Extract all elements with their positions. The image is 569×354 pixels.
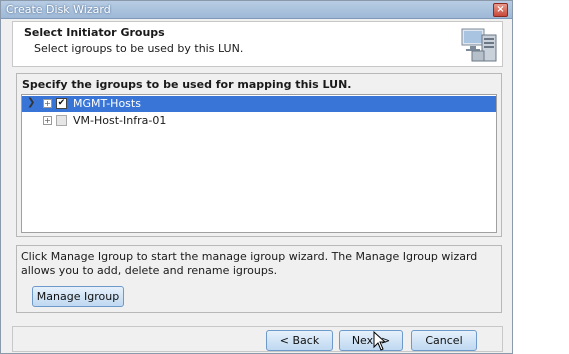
igroup-name: MGMT-Hosts	[73, 97, 141, 110]
manage-igroup-info-text: Click Manage Igroup to start the manage …	[21, 250, 478, 277]
expand-icon[interactable]: +	[43, 116, 52, 125]
wizard-header: Select Initiator Groups Select igroups t…	[12, 21, 503, 67]
igroup-group-label: Specify the igroups to be used for mappi…	[22, 78, 352, 91]
current-row-arrow-icon: ❯	[27, 97, 36, 108]
manage-igroup-button[interactable]: Manage Igroup	[32, 286, 124, 307]
igroup-row-vm-host-infra-01[interactable]: + VM-Host-Infra-01	[22, 113, 496, 129]
expand-icon[interactable]: +	[43, 99, 52, 108]
igroup-row-mgmt-hosts[interactable]: ❯ + ✔ MGMT-Hosts	[22, 96, 496, 112]
window-title: Create Disk Wizard	[6, 3, 111, 16]
cancel-button[interactable]: Cancel	[411, 330, 477, 351]
igroup-checkbox[interactable]: ✔	[56, 98, 67, 109]
wizard-footer: < Back Next > Cancel	[12, 326, 503, 352]
back-button[interactable]: < Back	[266, 330, 333, 351]
next-button[interactable]: Next >	[339, 330, 403, 351]
igroup-checkbox[interactable]	[56, 115, 67, 126]
close-button[interactable]: ×	[493, 3, 508, 17]
igroup-selection-group: Specify the igroups to be used for mappi…	[16, 73, 502, 237]
title-bar[interactable]: Create Disk Wizard ×	[1, 1, 512, 19]
page-subtitle: Select igroups to be used by this LUN.	[34, 42, 244, 55]
igroup-tree-list[interactable]: ❯ + ✔ MGMT-Hosts + VM-Host-Infra-01	[21, 94, 497, 233]
igroup-name: VM-Host-Infra-01	[73, 114, 167, 127]
mouse-cursor-icon	[373, 331, 387, 351]
wizard-server-icon	[461, 28, 497, 62]
create-disk-wizard-window: Create Disk Wizard × Select Initiator Gr…	[0, 0, 513, 354]
page-title: Select Initiator Groups	[24, 26, 165, 39]
manage-igroup-info-group: Click Manage Igroup to start the manage …	[16, 245, 502, 313]
